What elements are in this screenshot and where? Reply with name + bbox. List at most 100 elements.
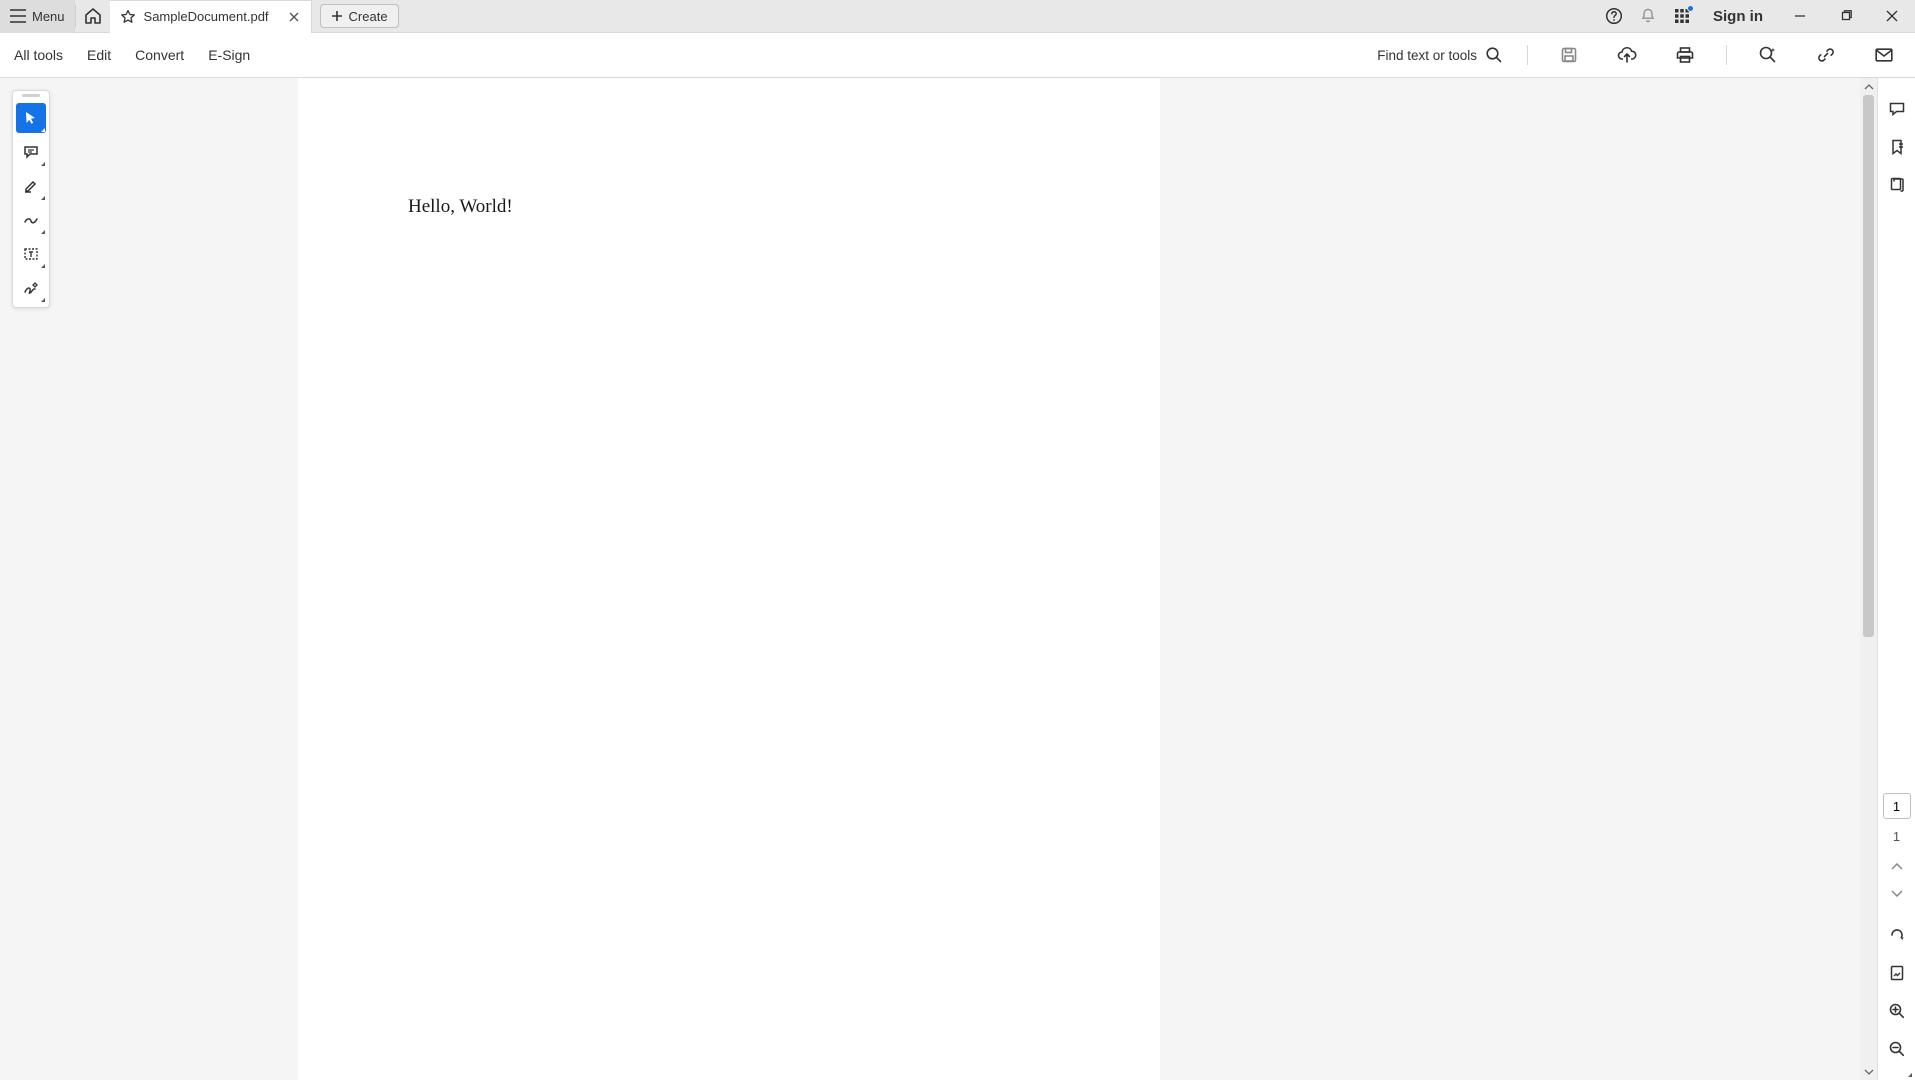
apps-button[interactable]: [1665, 0, 1699, 33]
print-icon: [1676, 46, 1694, 64]
notifications-button[interactable]: [1631, 0, 1665, 33]
create-button[interactable]: Create: [320, 4, 399, 28]
highlighter-icon: [23, 178, 39, 194]
chevron-down-icon: [1864, 1069, 1874, 1075]
plus-icon: [331, 10, 343, 22]
window-restore-button[interactable]: [1823, 0, 1869, 33]
ai-assistant-button[interactable]: [1751, 38, 1785, 72]
share-email-button[interactable]: [1867, 38, 1901, 72]
rotate-button[interactable]: [1880, 918, 1914, 952]
expand-marker: [41, 162, 45, 166]
select-tool[interactable]: [16, 103, 46, 133]
bell-icon: [1639, 7, 1657, 25]
document-page[interactable]: Hello, World!: [298, 78, 1160, 1080]
home-button[interactable]: [76, 0, 110, 33]
bookmarks-panel-button[interactable]: [1880, 130, 1914, 164]
zoom-in-button[interactable]: [1880, 994, 1914, 1028]
scroll-up-button[interactable]: [1860, 78, 1877, 95]
scroll-down-button[interactable]: [1860, 1063, 1877, 1080]
toolbar-item-all-tools[interactable]: All tools: [14, 47, 63, 63]
page-fit-icon: [1888, 964, 1906, 982]
comment-tool[interactable]: [16, 137, 46, 167]
expand-marker: [41, 264, 45, 268]
page-total-label: 1: [1893, 829, 1900, 844]
toolbar-item-edit[interactable]: Edit: [87, 47, 111, 63]
page-display-button[interactable]: [1880, 956, 1914, 990]
page-number-input[interactable]: [1883, 793, 1911, 819]
link-icon: [1817, 46, 1835, 64]
chevron-up-icon: [1864, 84, 1874, 90]
main-area: Hello, World! 1: [0, 78, 1915, 1080]
window-minimize-button[interactable]: [1777, 0, 1823, 33]
hamburger-icon: [10, 9, 26, 23]
find-button[interactable]: Find text or tools: [1377, 46, 1503, 64]
star-icon[interactable]: [120, 9, 136, 25]
document-viewport[interactable]: Hello, World!: [298, 78, 1160, 1080]
fill-sign-tool[interactable]: [16, 273, 46, 303]
comments-panel-button[interactable]: [1880, 92, 1914, 126]
menu-label: Menu: [32, 9, 65, 24]
prev-page-button[interactable]: [1880, 854, 1914, 880]
expand-marker: [41, 230, 45, 234]
textbox-icon: [23, 246, 39, 262]
expand-marker: [1908, 1073, 1912, 1077]
next-page-button[interactable]: [1880, 880, 1914, 906]
thumbnails-panel-button[interactable]: [1880, 168, 1914, 202]
create-label: Create: [349, 9, 388, 24]
help-icon: [1605, 7, 1623, 25]
window-close-button[interactable]: [1869, 0, 1915, 33]
close-icon: [289, 12, 299, 22]
cursor-icon: [23, 110, 39, 126]
toolbar-item-convert[interactable]: Convert: [135, 47, 184, 63]
signin-button[interactable]: Sign in: [1699, 8, 1777, 25]
highlight-tool[interactable]: [16, 171, 46, 201]
minimize-icon: [1794, 10, 1806, 22]
separator: [1726, 45, 1727, 65]
rotate-icon: [1888, 926, 1906, 944]
home-icon: [84, 7, 102, 25]
close-icon: [1886, 10, 1898, 22]
freehand-icon: [23, 212, 39, 228]
save-button[interactable]: [1552, 38, 1586, 72]
draw-tool[interactable]: [16, 205, 46, 235]
comments-icon: [1888, 100, 1906, 118]
toolbar-item-esign[interactable]: E-Sign: [208, 47, 250, 63]
document-tab[interactable]: SampleDocument.pdf: [110, 0, 312, 33]
zoom-in-icon: [1888, 1002, 1906, 1020]
scroll-track[interactable]: [1860, 95, 1877, 1063]
menu-button[interactable]: Menu: [0, 0, 75, 33]
sparkle-search-icon: [1758, 45, 1778, 65]
chevron-up-icon: [1891, 863, 1903, 871]
separator: [1527, 45, 1528, 65]
text-box-tool[interactable]: [16, 239, 46, 269]
notification-dot: [1687, 5, 1694, 12]
print-button[interactable]: [1668, 38, 1702, 72]
signin-label: Sign in: [1713, 8, 1763, 25]
envelope-icon: [1875, 46, 1893, 64]
titlebar: Menu SampleDocument.pdf Create: [0, 0, 1915, 33]
toolbar: All tools Edit Convert E-Sign Find text …: [0, 33, 1915, 78]
vertical-scrollbar[interactable]: [1860, 78, 1877, 1080]
share-link-button[interactable]: [1809, 38, 1843, 72]
search-icon: [1485, 46, 1503, 64]
save-icon: [1560, 46, 1578, 64]
scroll-thumb[interactable]: [1863, 95, 1874, 637]
restore-icon: [1840, 10, 1852, 22]
tab-title: SampleDocument.pdf: [144, 9, 269, 24]
cloud-upload-icon: [1617, 46, 1637, 64]
palette-grip[interactable]: [13, 91, 49, 99]
upload-button[interactable]: [1610, 38, 1644, 72]
expand-marker: [41, 128, 45, 132]
expand-marker: [41, 196, 45, 200]
find-label: Find text or tools: [1377, 48, 1477, 63]
chevron-down-icon: [1891, 889, 1903, 897]
comment-icon: [23, 144, 39, 160]
sign-icon: [23, 280, 39, 296]
pages-icon: [1888, 176, 1906, 194]
bookmark-icon: [1888, 138, 1906, 156]
right-panel-rail: 1: [1877, 78, 1915, 1080]
zoom-out-icon: [1888, 1040, 1906, 1058]
zoom-out-button[interactable]: [1880, 1032, 1914, 1066]
close-tab-button[interactable]: [285, 8, 303, 26]
help-button[interactable]: [1597, 0, 1631, 33]
